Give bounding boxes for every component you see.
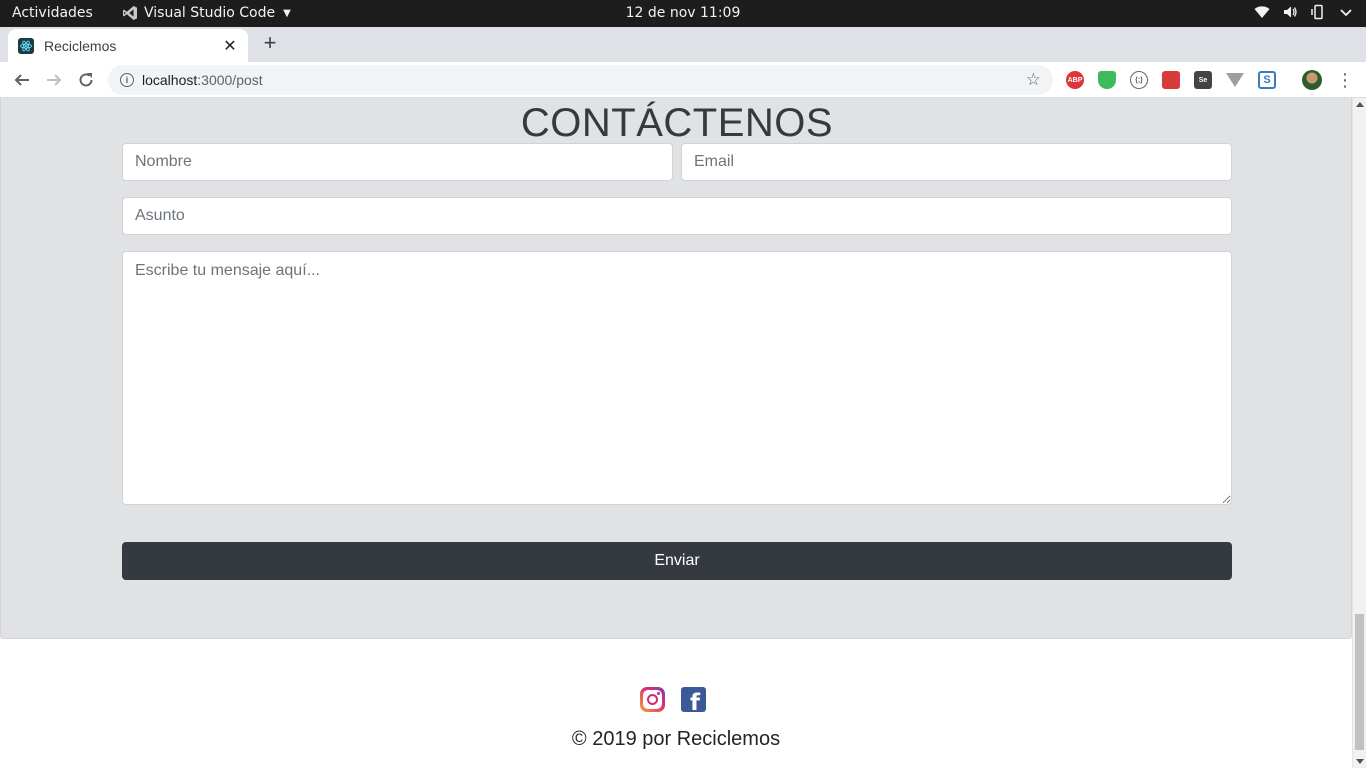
scroll-up-arrow-icon[interactable] <box>1356 102 1364 107</box>
site-info-icon[interactable]: i <box>120 73 134 87</box>
activities-button[interactable]: Actividades <box>12 5 93 21</box>
reload-button[interactable] <box>74 68 98 92</box>
shield-extension-icon[interactable] <box>1098 71 1116 89</box>
system-top-bar: Actividades Visual Studio Code ▼ 12 de n… <box>0 0 1366 27</box>
close-tab-icon[interactable]: ✕ <box>222 36 238 56</box>
email-field[interactable] <box>681 143 1232 181</box>
contact-heading: CONTÁCTENOS <box>520 101 834 145</box>
copyright-text: © 2019 por Reciclemos <box>571 728 781 750</box>
app-name: Visual Studio Code <box>144 5 276 21</box>
system-tray[interactable] <box>1254 4 1354 20</box>
page-viewport: CONTÁCTENOS Enviar f © 2019 por Reciclem… <box>0 98 1352 768</box>
new-tab-button[interactable]: + <box>258 31 282 55</box>
red-extension-icon[interactable] <box>1162 71 1180 89</box>
tab-title: Reciclemos <box>44 37 117 54</box>
bookmark-star-icon[interactable]: ☆ <box>1026 70 1041 90</box>
arrow-left-icon <box>14 74 29 86</box>
back-button[interactable] <box>10 68 34 92</box>
browser-tab[interactable]: Reciclemos ✕ <box>8 29 248 62</box>
tab-strip: Reciclemos ✕ + <box>0 27 1366 62</box>
forward-button[interactable] <box>42 68 66 92</box>
app-menu[interactable]: Visual Studio Code ▼ <box>122 5 291 21</box>
adblock-plus-icon[interactable]: ABP <box>1066 71 1084 89</box>
send-button[interactable]: Enviar <box>122 542 1232 580</box>
reload-icon <box>79 73 93 87</box>
vuejs-devtools-icon[interactable] <box>1226 73 1244 87</box>
rotation-lock-icon <box>1311 4 1323 20</box>
message-textarea[interactable] <box>122 251 1232 505</box>
selenium-ide-icon[interactable]: Se <box>1194 71 1212 89</box>
chevron-down-icon <box>1340 9 1352 17</box>
react-favicon-icon <box>18 37 34 54</box>
profile-avatar[interactable] <box>1302 70 1322 90</box>
url-path: :3000/post <box>197 72 263 88</box>
address-bar[interactable]: i localhost:3000/post ☆ <box>108 65 1053 95</box>
browser-toolbar: i localhost:3000/post ☆ ABP {;} Se S ⋮ <box>0 62 1366 98</box>
page-footer: f © 2019 por Reciclemos <box>0 639 1352 768</box>
facebook-icon[interactable]: f <box>681 687 706 712</box>
volume-icon <box>1284 6 1297 18</box>
scroll-down-arrow-icon[interactable] <box>1356 759 1364 764</box>
chrome-menu-icon[interactable]: ⋮ <box>1336 71 1354 89</box>
social-links: f <box>640 687 706 712</box>
json-viewer-icon[interactable]: {;} <box>1130 71 1148 89</box>
instagram-icon[interactable] <box>640 687 665 712</box>
subject-field[interactable] <box>122 197 1232 235</box>
name-field[interactable] <box>122 143 673 181</box>
page-scrollbar[interactable] <box>1352 98 1366 768</box>
arrow-right-icon <box>47 74 62 86</box>
s-extension-icon[interactable]: S <box>1258 71 1276 89</box>
url-host: localhost <box>142 72 198 88</box>
contact-section: CONTÁCTENOS Enviar <box>0 98 1352 639</box>
chevron-down-icon: ▼ <box>283 7 291 19</box>
wifi-icon <box>1254 6 1270 18</box>
scrollbar-thumb[interactable] <box>1355 614 1364 750</box>
vscode-icon <box>123 6 137 20</box>
